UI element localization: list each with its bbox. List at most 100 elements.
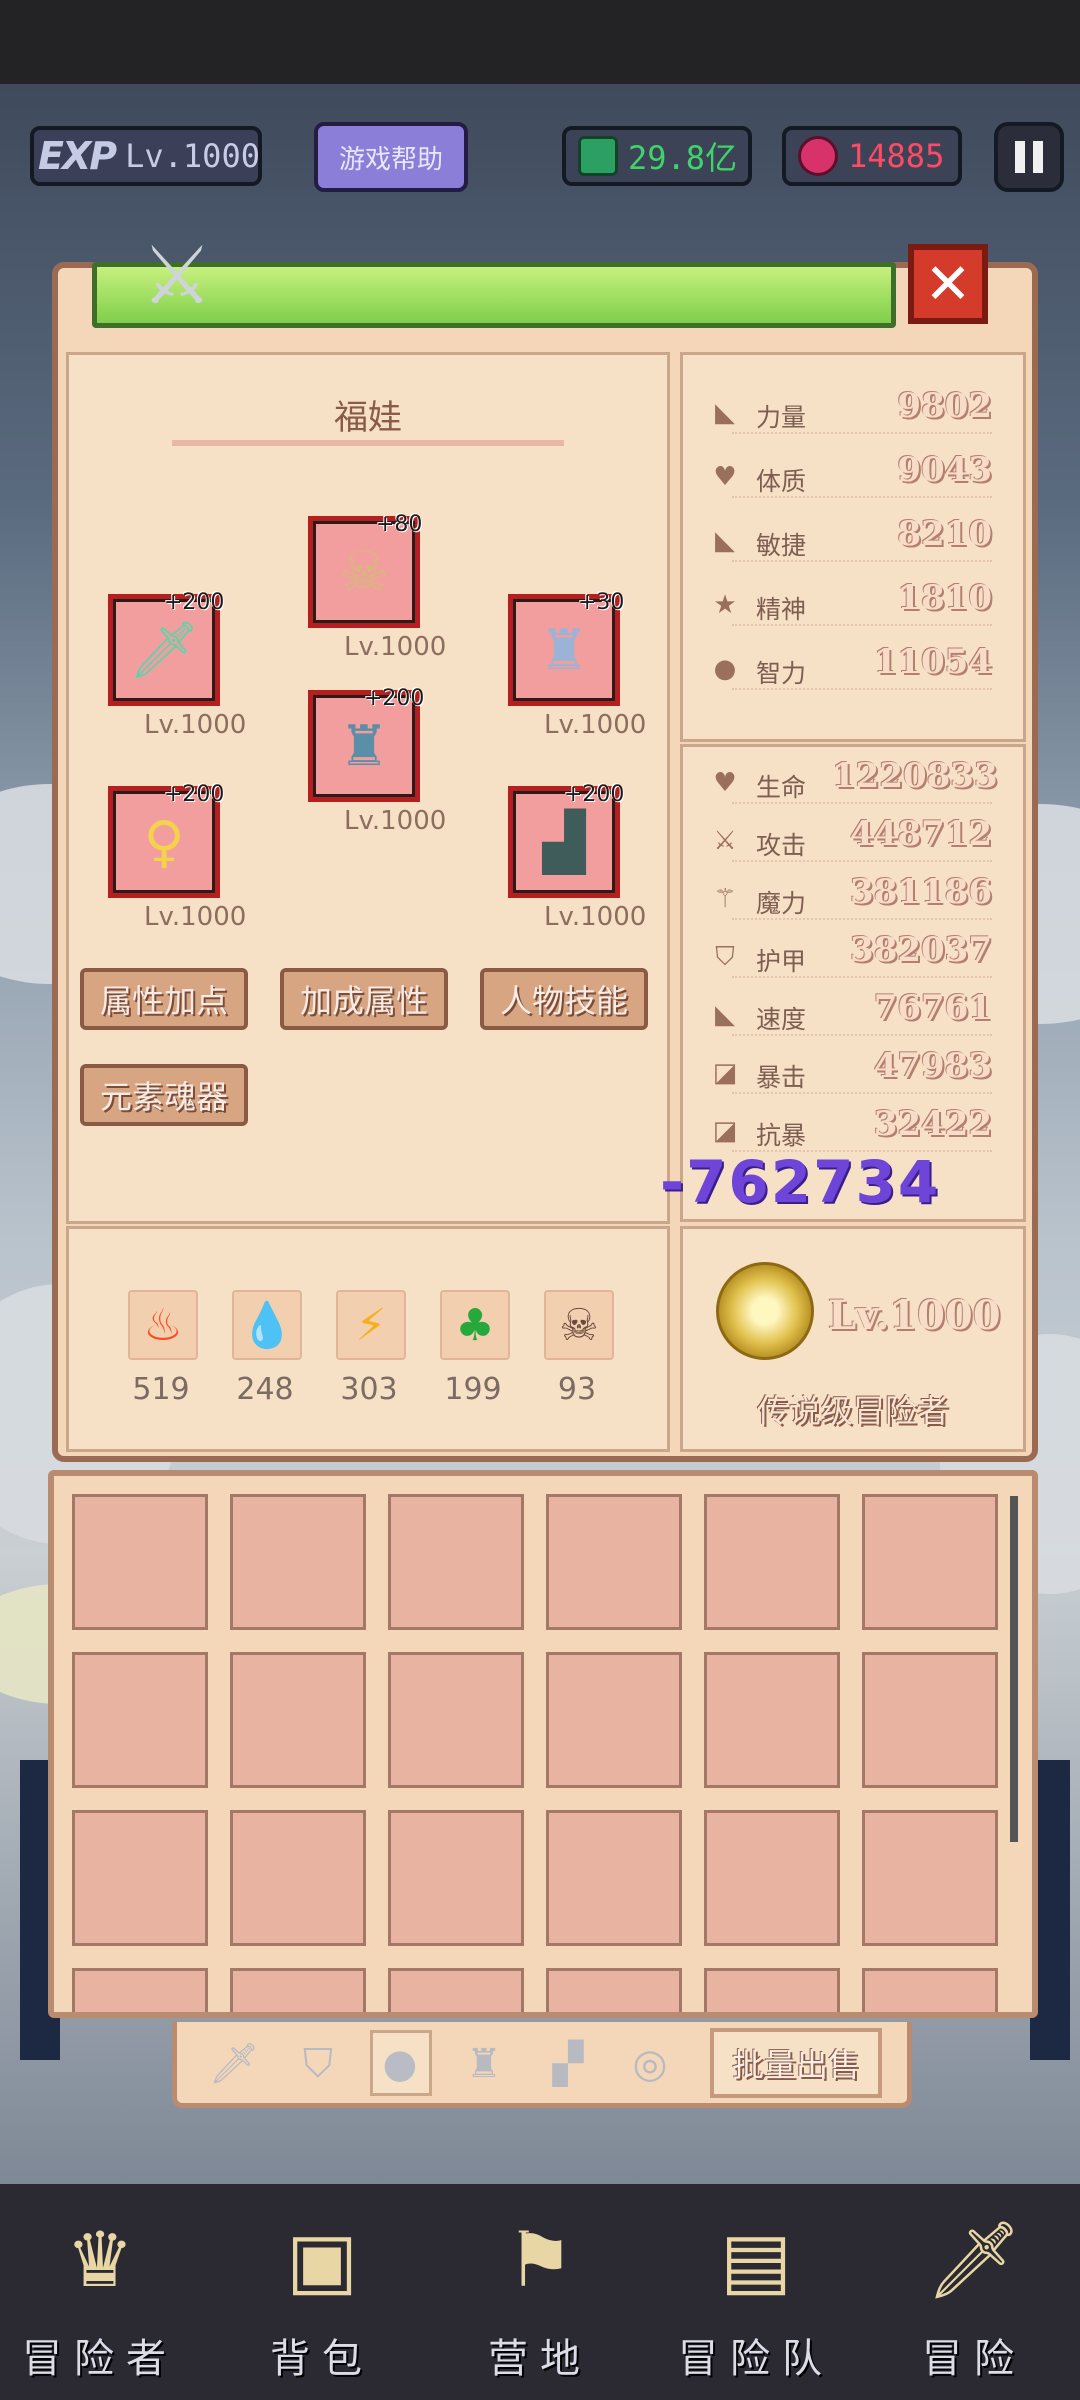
weapon-tab[interactable]: 🗡 [204,2034,264,2094]
stat-value: 381186 [850,872,992,912]
green-gem-icon [578,136,618,176]
crown-icon: ♛ [65,2215,135,2304]
inventory-slot[interactable] [862,1652,998,1788]
attribute-points-button[interactable]: 属性加点 [80,968,248,1030]
inventory-slot[interactable] [230,1968,366,2012]
backpack-icon: ▣ [286,2215,358,2304]
red-gem-icon [798,136,838,176]
wood-value: 199 [444,1372,502,1407]
shield-tab[interactable]: ⛉ [288,2034,348,2094]
equip-level: Lv.1000 [544,710,647,740]
helmet-tab[interactable]: ● [370,2034,430,2094]
stat-label: 速度 [756,1005,807,1034]
shield-icon: ⛉ [715,942,735,972]
fire-value: 519 [132,1372,190,1407]
rank-title: 传说级冒险者 [756,1392,949,1430]
equip-level: Lv.1000 [144,710,247,740]
thunder-value: 303 [340,1372,398,1407]
inventory-slot[interactable] [72,1968,208,2012]
heart-icon: ♥ [713,462,737,492]
pants-tab[interactable]: ▞ [538,2034,598,2094]
leaf-icon: ♣ [440,1290,510,1360]
inventory-slot[interactable] [230,1494,366,1630]
bonus-badge: +200 [164,590,225,615]
dagger-icon: 🗡 [925,2215,1023,2304]
pause-button[interactable] [994,122,1064,192]
stat-label: 护甲 [756,947,807,976]
inventory-slot[interactable] [704,1494,840,1630]
ring-tab[interactable]: ◎ [620,2034,680,2094]
inventory-slot[interactable] [230,1652,366,1788]
stat-value: 382037 [850,930,992,970]
inventory-slot[interactable] [704,1968,840,2012]
stat-label: 生命 [756,773,807,802]
stat-value: 76761 [873,988,992,1028]
equip-level: Lv.1000 [344,632,447,662]
inventory-slot[interactable] [388,1652,524,1788]
stat-label: 魔力 [756,889,807,918]
player-level-display: EXP Lv.1000 [30,126,262,186]
stat-value: 448712 [850,814,992,854]
inventory-slot[interactable] [546,1810,682,1946]
team-icon: ▤ [720,2215,792,2304]
stat-value: 11054 [873,642,992,682]
stat-value: 9043 [897,450,992,490]
character-skills-button[interactable]: 人物技能 [480,968,648,1030]
inventory-slot[interactable] [862,1810,998,1946]
bonus-badge: +200 [364,686,425,711]
inventory-slot[interactable] [546,1652,682,1788]
nav-team[interactable]: ▤ 冒险队 [666,2210,846,2390]
inventory-slot[interactable] [546,1968,682,2012]
rank-emblem-icon [716,1262,814,1360]
nav-backpack[interactable]: ▣ 背包 [232,2210,412,2390]
light-armor-icon: ♜ [538,617,590,683]
stat-label: 抗暴 [756,1121,807,1150]
inventory-slot[interactable] [862,1968,998,2012]
stat-value: 9802 [897,386,992,426]
ruby-amount: 14885 [848,137,945,175]
bonus-badge: +30 [578,590,625,615]
inventory-slot[interactable] [704,1810,840,1946]
nav-label: 营地 [488,2336,592,2382]
lightning-icon: ⚡ [336,1290,406,1360]
spirit-icon: ★ [713,590,737,620]
nav-adventurer[interactable]: ♛ 冒险者 [10,2210,190,2390]
nav-label: 冒险者 [22,2336,178,2382]
inventory-slot[interactable] [72,1494,208,1630]
stat-value: 8210 [897,514,992,554]
exp-label: EXP [38,134,117,178]
inventory-slot[interactable] [388,1968,524,2012]
pause-icon [1015,141,1025,173]
stat-value: 1220833 [832,756,998,796]
close-button[interactable]: ✕ [908,244,988,324]
inventory-slot[interactable] [388,1810,524,1946]
boot-icon: ◣ [715,1000,735,1030]
inventory-slot[interactable] [388,1494,524,1630]
water-drop-icon: 💧 [232,1290,302,1360]
crit-icon: ◪ [712,1058,738,1088]
inventory-slot[interactable] [862,1494,998,1630]
inventory-slot[interactable] [230,1810,366,1946]
floating-damage-number: -762734 [660,1148,941,1216]
game-help-button[interactable]: 游戏帮助 [314,122,468,192]
nav-camp[interactable]: ⚑ 营地 [450,2210,630,2390]
strength-icon: ◣ [715,398,735,428]
element-soul-button[interactable]: 元素魂器 [80,1064,248,1126]
amulet-icon: ♀ [143,809,185,875]
inventory-slot[interactable] [72,1652,208,1788]
nav-adventure[interactable]: 🗡 冒险 [884,2210,1064,2390]
bonus-badge: +200 [564,782,625,807]
inventory-scrollbar[interactable] [1010,1496,1018,1842]
inventory-slot[interactable] [704,1652,840,1788]
nav-label: 冒险 [922,2336,1026,2382]
bulk-sell-button[interactable]: 批量出售 [710,2028,882,2098]
boots-icon: ▟ [542,809,586,875]
armor-tab[interactable]: ♜ [454,2034,514,2094]
sword-icon: 🗡 [128,618,200,683]
stat-label: 精神 [756,595,807,624]
equip-level: Lv.1000 [344,806,447,836]
inventory-slot[interactable] [546,1494,682,1630]
bonus-attributes-button[interactable]: 加成属性 [280,968,448,1030]
inventory-slot[interactable] [72,1810,208,1946]
bonus-badge: +200 [164,782,225,807]
